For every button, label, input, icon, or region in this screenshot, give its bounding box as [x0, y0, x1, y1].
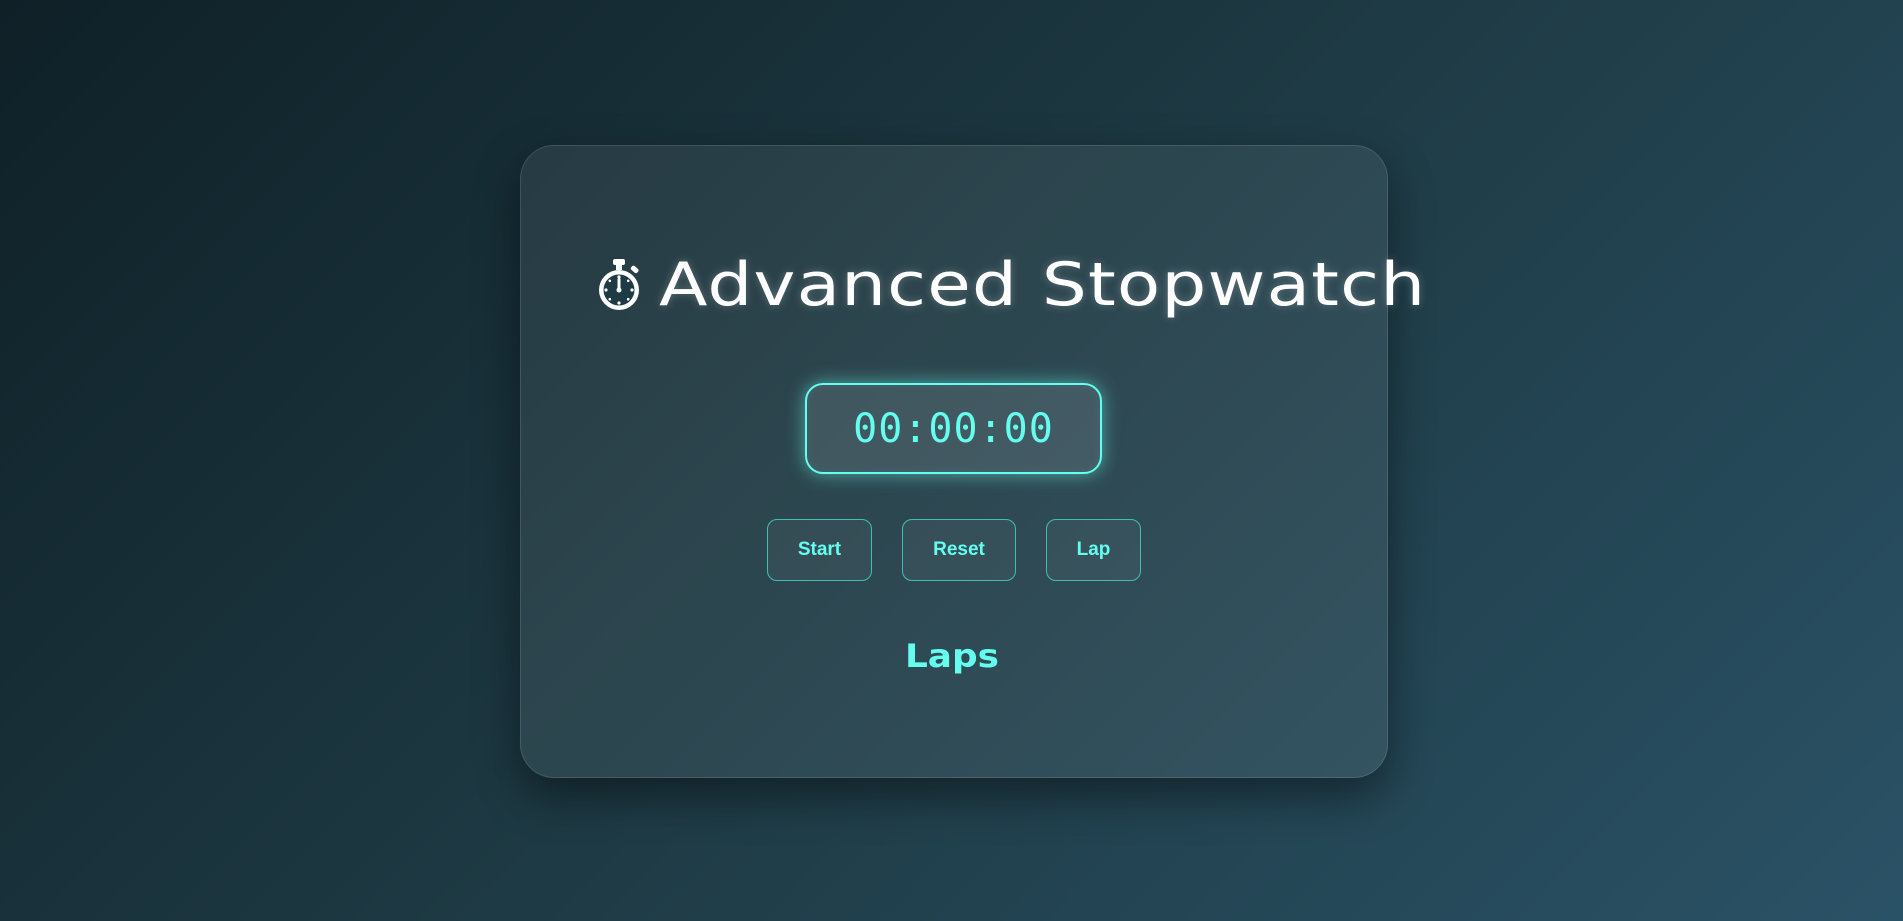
laps-heading: Laps — [0, 633, 1903, 679]
title-text: Advanced Stopwatch — [659, 250, 1427, 320]
reset-button[interactable]: Reset — [902, 519, 1016, 581]
controls: Start Reset Lap — [0, 519, 1903, 581]
laps-heading-text: Laps — [904, 637, 999, 675]
stopwatch-icon — [593, 257, 645, 313]
timer-display: 00:00:00 — [805, 383, 1102, 474]
lap-button[interactable]: Lap — [1046, 519, 1141, 581]
page-title: Advanced Stopwatch — [0, 250, 1903, 320]
start-button[interactable]: Start — [767, 519, 872, 581]
